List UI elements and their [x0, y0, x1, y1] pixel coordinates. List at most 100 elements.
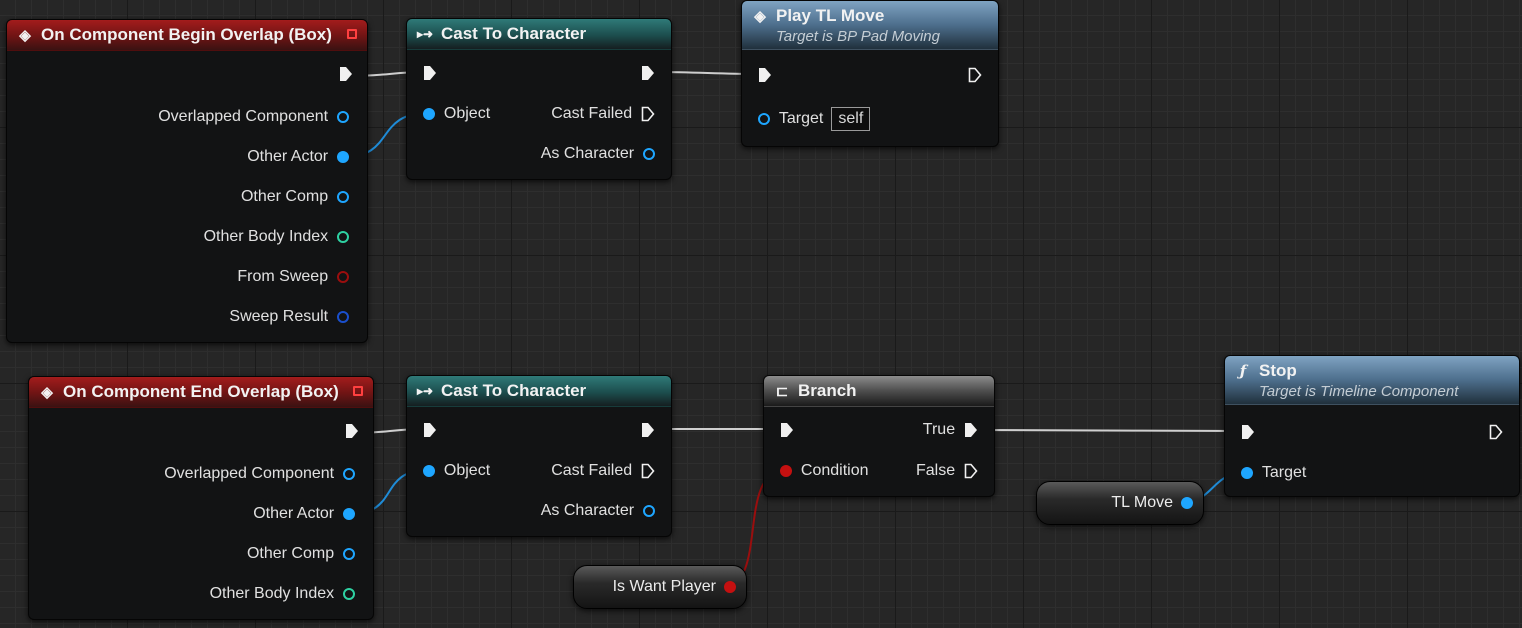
pin-true[interactable]: True — [923, 421, 978, 439]
function-f-icon: ƒ — [1239, 361, 1247, 380]
target-default-value[interactable]: self — [831, 107, 871, 131]
exec-pin-icon[interactable] — [1489, 424, 1503, 440]
exec-in-pin[interactable] — [1241, 424, 1255, 440]
pin-other-actor[interactable]: Other Actor — [253, 505, 355, 523]
node-title: On Component End Overlap (Box) — [63, 382, 339, 401]
node-title: Cast To Character — [441, 381, 587, 400]
event-diamond-icon: ◈ — [41, 384, 53, 401]
pin-as-character[interactable]: As Character — [541, 145, 655, 163]
object-pin-icon[interactable] — [423, 108, 435, 120]
exec-pin-icon[interactable] — [964, 422, 978, 438]
exec-pin-icon[interactable] — [423, 65, 437, 81]
bool-pin-icon[interactable] — [337, 271, 349, 283]
exec-pin-icon[interactable] — [758, 67, 772, 83]
exec-pin-icon[interactable] — [345, 423, 359, 439]
pin-other-comp[interactable]: Other Comp — [247, 545, 355, 563]
exec-in-pin[interactable] — [423, 422, 437, 438]
function-node-play-tl-move[interactable]: ◈ Play TL Move Target is BP Pad Moving T… — [741, 0, 999, 147]
node-subtitle: Target is BP Pad Moving — [776, 27, 940, 45]
pin-other-comp[interactable]: Other Comp — [241, 188, 349, 206]
node-header: ▸➜ Cast To Character — [407, 376, 671, 407]
object-pin-icon[interactable] — [343, 548, 355, 560]
node-title: Play TL Move — [776, 5, 885, 25]
object-pin-icon[interactable] — [337, 191, 349, 203]
branch-node[interactable]: ⊏ Branch True Condition False — [763, 375, 995, 497]
cast-arrow-icon: ▸➜ — [417, 27, 434, 41]
variable-label: TL Move — [1111, 494, 1173, 511]
exec-out-pin[interactable] — [641, 422, 655, 438]
pin-overlapped-component[interactable]: Overlapped Component — [164, 465, 355, 483]
delegate-pin-icon[interactable] — [347, 29, 357, 39]
exec-pin-icon[interactable] — [641, 65, 655, 81]
object-pin-icon[interactable] — [337, 151, 349, 163]
pin-sweep-result[interactable]: Sweep Result — [229, 308, 349, 326]
bool-pin-icon[interactable] — [780, 465, 792, 477]
pin-cast-failed[interactable]: Cast Failed — [551, 105, 655, 123]
pin-target[interactable]: Target self — [758, 107, 871, 131]
node-title: Cast To Character — [441, 24, 587, 43]
exec-pin-icon[interactable] — [423, 422, 437, 438]
struct-pin-icon[interactable] — [337, 311, 349, 323]
exec-pin-icon[interactable] — [968, 67, 982, 83]
exec-out-pin[interactable] — [641, 65, 655, 81]
exec-out-pin[interactable] — [345, 423, 359, 439]
cast-node-bottom[interactable]: ▸➜ Cast To Character Object Cast Failed … — [406, 375, 672, 537]
pin-from-sweep[interactable]: From Sweep — [237, 268, 349, 286]
exec-in-pin[interactable] — [758, 67, 772, 83]
exec-in-pin[interactable] — [423, 65, 437, 81]
delegate-pin-icon[interactable] — [353, 386, 363, 396]
object-pin-icon[interactable] — [337, 111, 349, 123]
cast-node-top[interactable]: ▸➜ Cast To Character Object Cast Failed … — [406, 18, 672, 180]
event-diamond-icon: ◈ — [754, 7, 766, 25]
exec-pin-icon[interactable] — [780, 422, 794, 438]
exec-pin-icon[interactable] — [641, 463, 655, 479]
cast-arrow-icon: ▸➜ — [417, 384, 434, 398]
exec-out-pin[interactable] — [339, 66, 353, 82]
exec-pin-icon[interactable] — [641, 106, 655, 122]
node-header: ▸➜ Cast To Character — [407, 19, 671, 50]
variable-node-is-want-player[interactable]: Is Want Player — [573, 565, 747, 609]
exec-pin-icon[interactable] — [964, 463, 978, 479]
node-title: Stop — [1259, 360, 1297, 380]
exec-in-pin[interactable] — [780, 422, 794, 438]
node-title: On Component Begin Overlap (Box) — [41, 25, 332, 44]
object-pin-icon[interactable] — [643, 505, 655, 517]
object-pin-icon[interactable] — [343, 468, 355, 480]
pin-other-body-index[interactable]: Other Body Index — [204, 228, 349, 246]
pin-other-body-index[interactable]: Other Body Index — [210, 585, 355, 603]
variable-node-tl-move[interactable]: TL Move — [1036, 481, 1204, 525]
pin-as-character[interactable]: As Character — [541, 502, 655, 520]
object-pin-icon[interactable] — [758, 113, 770, 125]
variable-label: Is Want Player — [612, 578, 716, 595]
pin-cast-failed[interactable]: Cast Failed — [551, 462, 655, 480]
event-diamond-icon: ◈ — [19, 27, 31, 44]
node-title: Branch — [798, 381, 857, 400]
object-pin-icon[interactable] — [343, 508, 355, 520]
bool-pin-icon[interactable] — [724, 581, 736, 593]
object-pin-icon[interactable] — [423, 465, 435, 477]
node-header: ◈ On Component Begin Overlap (Box) — [7, 20, 367, 51]
exec-pin-icon[interactable] — [339, 66, 353, 82]
object-pin-icon[interactable] — [643, 148, 655, 160]
exec-out-pin[interactable] — [968, 67, 982, 83]
node-header: ◈ Play TL Move Target is BP Pad Moving — [742, 1, 998, 50]
exec-pin-icon[interactable] — [1241, 424, 1255, 440]
pin-object[interactable]: Object — [423, 105, 490, 123]
pin-target[interactable]: Target — [1241, 464, 1306, 482]
object-pin-icon[interactable] — [1241, 467, 1253, 479]
exec-out-pin[interactable] — [1489, 424, 1503, 440]
exec-wire — [975, 429, 1243, 432]
node-header: ƒ Stop Target is Timeline Component — [1225, 356, 1519, 405]
pin-overlapped-component[interactable]: Overlapped Component — [158, 108, 349, 126]
exec-pin-icon[interactable] — [641, 422, 655, 438]
int-pin-icon[interactable] — [337, 231, 349, 243]
event-node-begin-overlap[interactable]: ◈ On Component Begin Overlap (Box) Overl… — [6, 19, 368, 343]
pin-object[interactable]: Object — [423, 462, 490, 480]
pin-other-actor[interactable]: Other Actor — [247, 148, 349, 166]
object-pin-icon[interactable] — [1181, 497, 1193, 509]
function-node-stop[interactable]: ƒ Stop Target is Timeline Component Targ… — [1224, 355, 1520, 497]
pin-condition[interactable]: Condition — [780, 462, 869, 480]
event-node-end-overlap[interactable]: ◈ On Component End Overlap (Box) Overlap… — [28, 376, 374, 620]
int-pin-icon[interactable] — [343, 588, 355, 600]
pin-false[interactable]: False — [916, 462, 978, 480]
